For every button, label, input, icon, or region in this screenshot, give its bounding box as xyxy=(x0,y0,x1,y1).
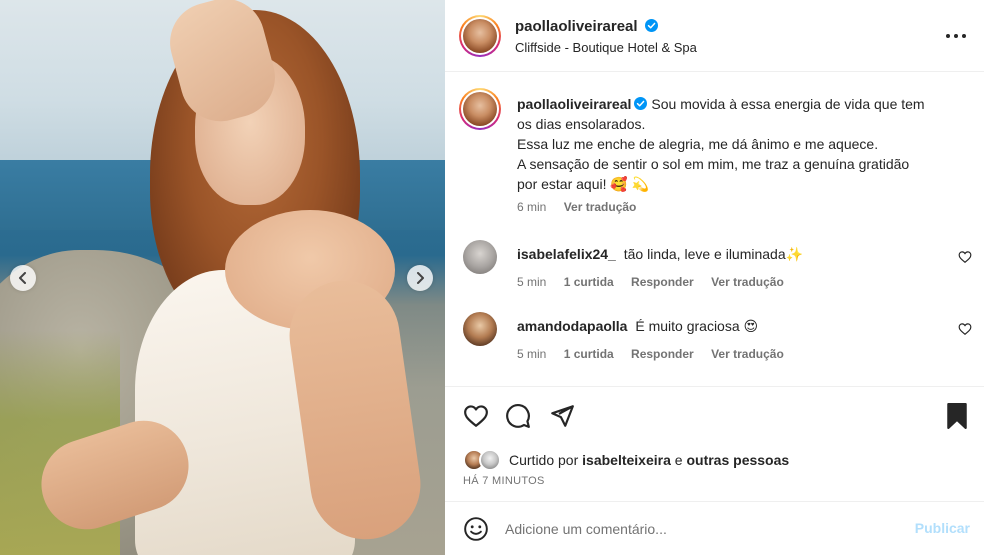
liked-by-others[interactable]: outras pessoas xyxy=(686,452,789,468)
chevron-right-icon xyxy=(417,272,424,284)
author-avatar-image xyxy=(463,19,497,53)
comment-item: amandodapaolla É muito graciosa 😍 5 min … xyxy=(445,312,984,372)
caption-avatar[interactable] xyxy=(459,88,501,130)
caption-translate-link[interactable]: Ver tradução xyxy=(564,200,637,214)
commenter-username[interactable]: isabelafelix24_ xyxy=(517,246,616,262)
caption-line: A sensação de sentir o sol em mim, me tr… xyxy=(517,156,910,172)
commenter-username[interactable]: amandodapaolla xyxy=(517,318,627,334)
comment-button[interactable] xyxy=(505,403,531,429)
comment-time: 5 min xyxy=(517,347,547,361)
comment-like-heart-icon[interactable] xyxy=(958,322,972,336)
liked-by-avatars[interactable] xyxy=(463,449,503,471)
post-actions: Curtido por isabelteixeira e outras pess… xyxy=(445,386,984,555)
carousel-next-button[interactable] xyxy=(407,265,433,291)
comment-time: 5 min xyxy=(517,275,547,289)
comment-text: tão linda, leve e iluminada✨ xyxy=(623,246,804,262)
share-button[interactable] xyxy=(549,403,575,429)
comment-meta: 5 min 1 curtida Responder Ver tradução xyxy=(517,275,798,289)
comment-body: amandodapaolla É muito graciosa 😍 xyxy=(517,318,758,335)
commenter-avatar[interactable] xyxy=(463,240,497,274)
heart-icon xyxy=(464,405,488,427)
author-username[interactable]: paollaoliveirareal xyxy=(515,18,658,35)
more-dot-icon xyxy=(962,34,966,38)
more-options-button[interactable] xyxy=(946,28,966,44)
comment-meta: 5 min 1 curtida Responder Ver tradução xyxy=(517,347,798,361)
more-dot-icon xyxy=(954,34,958,38)
author-avatar[interactable] xyxy=(459,15,501,57)
liked-by-user[interactable]: isabelteixeira xyxy=(582,452,671,468)
carousel-prev-button[interactable] xyxy=(10,265,36,291)
post-details-panel: paollaoliveirareal Cliffside - Boutique … xyxy=(445,0,984,555)
comment-reply-button[interactable]: Responder xyxy=(631,275,694,289)
comment-likes-count[interactable]: 1 curtida xyxy=(564,275,614,289)
liked-by: Curtido por isabelteixeira e outras pess… xyxy=(463,449,789,471)
caption-line: Sou movida à essa energia de vida que te… xyxy=(651,96,925,112)
like-button[interactable] xyxy=(463,403,489,429)
caption-avatar-image xyxy=(463,92,497,126)
comment-body: isabelafelix24_ tão linda, leve e ilumin… xyxy=(517,246,803,263)
add-comment-bar: Publicar xyxy=(445,501,984,555)
caption-line: por estar aqui! 🥰 💫 xyxy=(517,176,650,192)
chevron-left-icon xyxy=(19,272,26,284)
author-username-text[interactable]: paollaoliveirareal xyxy=(515,18,638,35)
comment-like-heart-icon[interactable] xyxy=(958,250,972,264)
publish-comment-button[interactable]: Publicar xyxy=(915,520,970,536)
comment-translate-link[interactable]: Ver tradução xyxy=(711,275,784,289)
liked-by-and: e xyxy=(674,452,683,468)
paper-plane-icon xyxy=(551,405,574,427)
caption-line: os dias ensolarados. xyxy=(517,116,646,132)
verified-badge-icon xyxy=(634,97,648,110)
comment-text: É muito graciosa 😍 xyxy=(635,318,759,334)
verified-badge-icon xyxy=(644,19,658,32)
comment-translate-link[interactable]: Ver tradução xyxy=(711,347,784,361)
caption-line: Essa luz me enche de alegria, me dá ânim… xyxy=(517,136,879,152)
comment-input[interactable] xyxy=(505,518,885,540)
post-photo[interactable] xyxy=(0,0,445,555)
comment-bubble-icon xyxy=(506,404,530,428)
emoji-smile-icon[interactable] xyxy=(463,516,489,542)
post-timestamp: HÁ 7 MINUTOS xyxy=(463,475,545,487)
liked-by-prefix: Curtido por xyxy=(509,452,579,468)
caption-username[interactable]: paollaoliveirareal xyxy=(517,96,631,112)
avatar xyxy=(479,449,501,471)
bookmark-icon xyxy=(947,403,967,429)
caption-time: 6 min xyxy=(517,200,547,214)
commenter-avatar[interactable] xyxy=(463,312,497,346)
caption-meta: 6 min Ver tradução xyxy=(517,200,650,214)
comment-item: isabelafelix24_ tão linda, leve e ilumin… xyxy=(445,240,984,300)
more-dot-icon xyxy=(946,34,950,38)
comment-likes-count[interactable]: 1 curtida xyxy=(564,347,614,361)
post-location[interactable]: Cliffside - Boutique Hotel & Spa xyxy=(515,40,697,55)
save-button[interactable] xyxy=(944,403,970,429)
comment-reply-button[interactable]: Responder xyxy=(631,347,694,361)
caption-text: paollaoliveirareal Sou movida à essa ene… xyxy=(517,94,957,194)
post-header: paollaoliveirareal Cliffside - Boutique … xyxy=(445,0,984,72)
